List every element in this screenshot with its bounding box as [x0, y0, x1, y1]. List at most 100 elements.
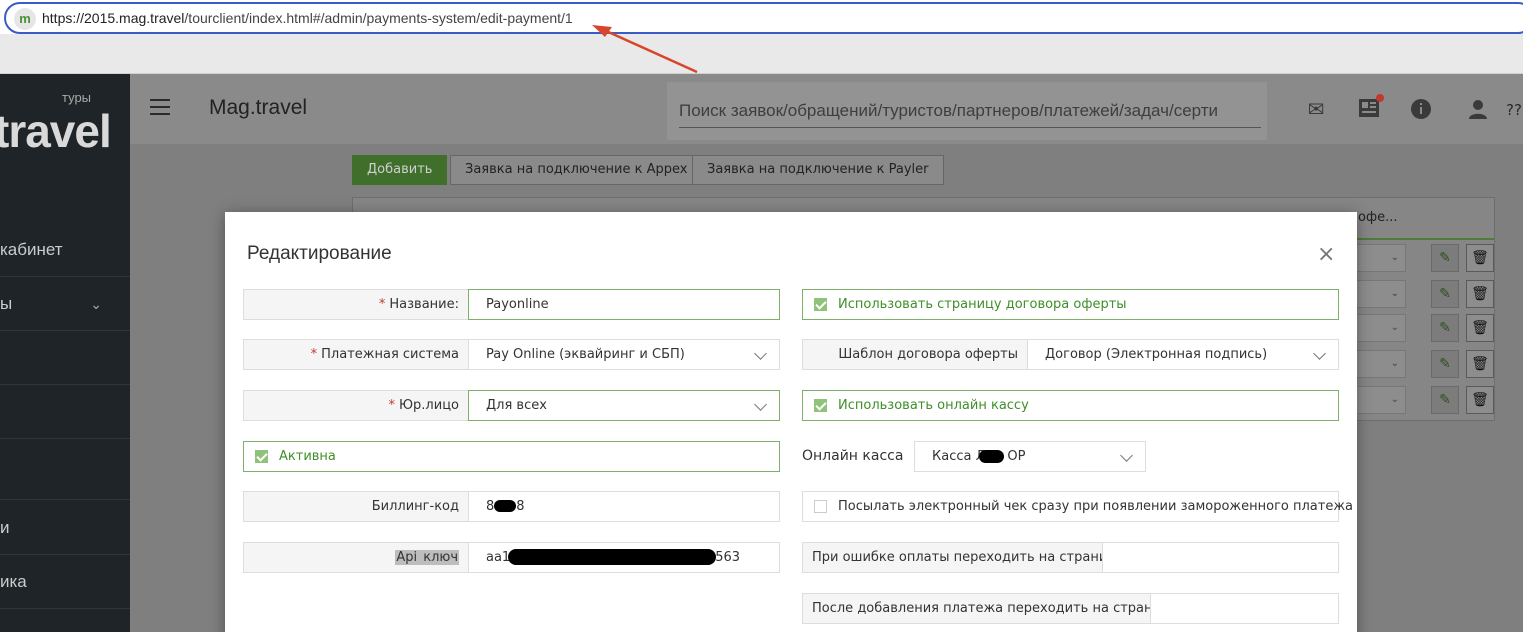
trash-icon[interactable]: 🗑: [1466, 244, 1494, 272]
info-icon[interactable]: [1409, 98, 1433, 120]
active-label: Активна: [279, 449, 336, 464]
online-kassa-field: Касса Л ОР: [914, 441, 1146, 472]
url-text[interactable]: https://2015.mag.travel/tourclient/index…: [42, 10, 573, 26]
offer-template-select[interactable]: Договор (Электронная подпись): [1027, 339, 1339, 370]
legal-entity-field: * Юр.лицо Для всех: [243, 390, 780, 421]
site-favicon-icon: m: [14, 8, 36, 30]
address-bar[interactable]: m https://2015.mag.travel/tourclient/ind…: [4, 2, 1523, 34]
edit-icon[interactable]: ✎: [1431, 386, 1459, 414]
browser-window: m https://2015.mag.travel/tourclient/ind…: [0, 0, 1523, 74]
table-row: ⌄ ✎ 🗑: [1356, 350, 1496, 380]
online-kassa-label: Онлайн касса: [802, 448, 904, 464]
required-mark: *: [378, 297, 386, 312]
row-select[interactable]: ⌄: [1356, 386, 1406, 414]
redaction-mark: [979, 450, 1004, 463]
payment-system-field: * Платежная система Pay Online (эквайринг…: [243, 339, 780, 370]
modal-title: Редактирование: [247, 243, 392, 264]
payment-system-select[interactable]: Pay Online (эквайринг и СБП): [468, 339, 780, 370]
sidebar-item-6[interactable]: и: [0, 501, 130, 555]
logo-subtitle: туры: [62, 90, 92, 105]
api-key-label: Api ключ: [243, 542, 468, 573]
send-receipt-checkbox[interactable]: [814, 500, 827, 513]
sidebar: туры travel кабинет ы ⌄ и ика: [0, 74, 130, 632]
add-button[interactable]: Добавить: [352, 155, 448, 185]
app-header: Mag.travel ✉ ??: [130, 74, 1523, 144]
sidebar-item-cabinet[interactable]: кабинет: [0, 223, 130, 277]
trash-icon[interactable]: 🗑: [1466, 386, 1494, 414]
sidebar-item-4[interactable]: [0, 385, 130, 439]
active-checkbox-row[interactable]: Активна: [243, 441, 780, 472]
use-kassa-checkbox[interactable]: [814, 399, 827, 412]
after-add-redirect-field: После добавления платежа переходить на с…: [802, 593, 1339, 624]
edit-icon[interactable]: ✎: [1431, 280, 1459, 308]
sidebar-item-label: ика: [0, 572, 27, 591]
edit-icon[interactable]: ✎: [1431, 314, 1459, 342]
chevron-down-icon: ⌄: [90, 296, 102, 312]
redaction-mark: [494, 500, 516, 512]
legal-entity-label: * Юр.лицо: [243, 390, 468, 421]
sidebar-item-5[interactable]: [0, 446, 130, 500]
trash-icon[interactable]: 🗑: [1466, 280, 1494, 308]
error-redirect-field: При ошибке оплаты переходить на страницу: [802, 542, 1339, 573]
mail-icon[interactable]: ✉: [1304, 98, 1328, 120]
name-field: * Название: Payonline: [243, 289, 780, 320]
url-path: /tourclient/index.html#/admin/payments-s…: [184, 10, 573, 26]
row-select[interactable]: ⌄: [1356, 244, 1406, 272]
chevron-down-icon: [754, 398, 767, 411]
menu-icon[interactable]: [150, 99, 170, 115]
table-header-cell: офе...: [1358, 210, 1398, 225]
logo[interactable]: travel: [0, 104, 112, 158]
payler-request-button[interactable]: Заявка на подключение к Payler: [692, 155, 944, 185]
table-row: ⌄ ✎ 🗑: [1356, 314, 1496, 344]
use-offer-checkbox[interactable]: [814, 298, 827, 311]
appex-request-button[interactable]: Заявка на подключение к Appex: [450, 155, 703, 185]
offer-template-field: Шаблон договора оферты Договор (Электрон…: [802, 339, 1339, 370]
use-offer-checkbox-row[interactable]: Использовать страницу договора оферты: [802, 289, 1339, 320]
use-kassa-label: Использовать онлайн кассу: [838, 398, 1029, 413]
close-icon[interactable]: ×: [1317, 244, 1335, 266]
sidebar-item-label: кабинет: [0, 240, 63, 259]
news-icon[interactable]: [1357, 94, 1384, 120]
after-add-redirect-input[interactable]: [1150, 593, 1339, 624]
name-label: * Название:: [243, 289, 468, 320]
required-mark: *: [310, 347, 318, 362]
search-box: [667, 82, 1267, 140]
sidebar-item-tours[interactable]: ы ⌄: [0, 277, 130, 331]
user-icon[interactable]: [1466, 98, 1490, 120]
sidebar-item-3[interactable]: [0, 331, 130, 385]
row-select[interactable]: ⌄: [1356, 314, 1406, 342]
offer-template-label: Шаблон договора оферты: [802, 339, 1027, 370]
table-row: ⌄ ✎ 🗑: [1356, 386, 1496, 416]
trash-icon[interactable]: 🗑: [1466, 314, 1494, 342]
edit-modal: Редактирование × * Название: Payonline * П…: [225, 212, 1357, 632]
payment-system-label: * Платежная система: [243, 339, 468, 370]
user-name[interactable]: ??: [1506, 101, 1522, 119]
use-kassa-checkbox-row[interactable]: Использовать онлайн кассу: [802, 390, 1339, 421]
sidebar-item-7[interactable]: ика: [0, 555, 130, 609]
send-receipt-checkbox-row[interactable]: Посылать электронный чек сразу при появл…: [802, 491, 1353, 522]
chevron-down-icon: [1313, 347, 1326, 360]
use-offer-label: Использовать страницу договора оферты: [838, 297, 1127, 312]
row-select[interactable]: ⌄: [1356, 350, 1406, 378]
billing-code-label: Биллинг-код: [243, 491, 468, 522]
url-host: https://2015.mag.travel: [42, 10, 185, 26]
name-input[interactable]: Payonline: [468, 289, 780, 320]
edit-icon[interactable]: ✎: [1431, 244, 1459, 272]
trash-icon[interactable]: 🗑: [1466, 350, 1494, 378]
send-receipt-label: Посылать электронный чек сразу при появл…: [838, 499, 1354, 514]
edit-icon[interactable]: ✎: [1431, 350, 1459, 378]
row-select[interactable]: ⌄: [1356, 280, 1406, 308]
redaction-mark: [508, 549, 716, 565]
search-input[interactable]: [679, 94, 1261, 128]
error-redirect-label: При ошибке оплаты переходить на страницу: [802, 542, 1124, 573]
legal-entity-select[interactable]: Для всех: [468, 390, 780, 421]
chevron-down-icon: [1120, 449, 1133, 462]
online-kassa-select[interactable]: Касса Л ОР: [914, 441, 1146, 472]
browser-bookmarks-strip: [0, 34, 1523, 74]
required-mark: *: [388, 398, 396, 413]
notification-dot: [1376, 94, 1384, 102]
sidebar-item-label: и: [0, 518, 10, 537]
active-checkbox[interactable]: [255, 450, 268, 463]
after-add-redirect-label: После добавления платежа переходить на с…: [802, 593, 1178, 624]
error-redirect-input[interactable]: [1102, 542, 1339, 573]
